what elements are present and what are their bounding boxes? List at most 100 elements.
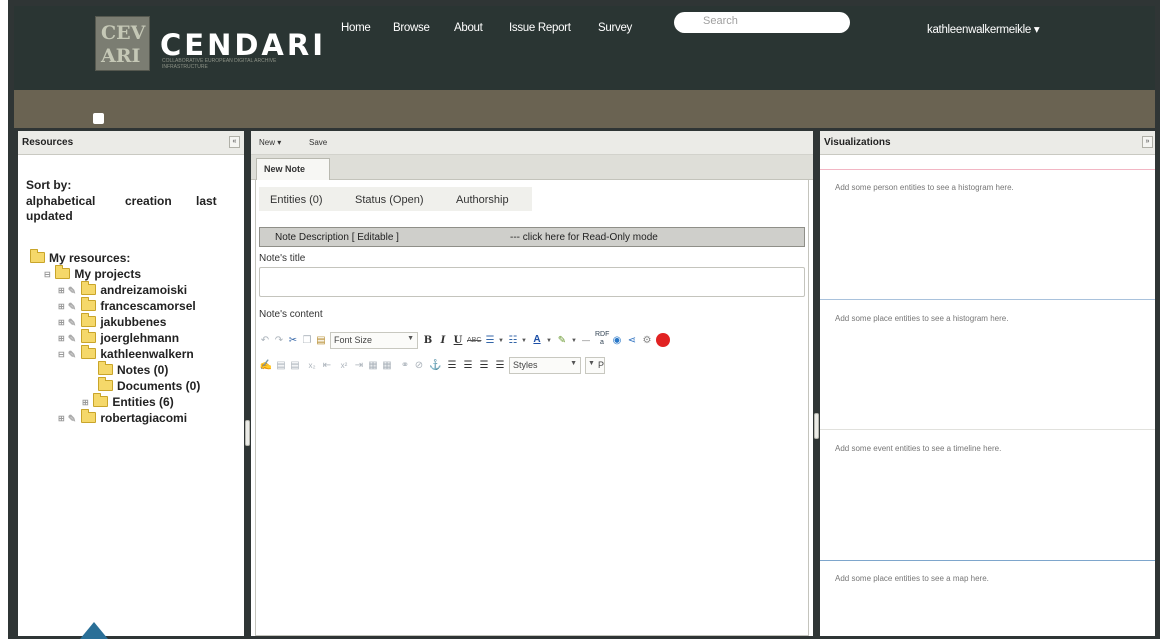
tree-root[interactable]: My resources: <box>30 249 130 267</box>
tree-projects[interactable]: ⊟ My projects <box>44 265 141 283</box>
right-splitter-handle[interactable] <box>814 413 819 439</box>
subtab-status[interactable]: Status (Open) <box>355 194 423 206</box>
read-only-toggle[interactable]: --- click here for Read-Only mode <box>510 232 658 243</box>
styles-select[interactable]: Styles ▼ <box>509 357 581 374</box>
table-icon[interactable]: ▦ <box>367 358 379 374</box>
note-title-input[interactable] <box>259 267 805 297</box>
strikethrough-icon[interactable]: ABC <box>467 333 481 349</box>
subtab-authorship[interactable]: Authorship <box>456 194 509 206</box>
left-splitter-handle[interactable] <box>245 420 250 446</box>
italic-icon[interactable]: I <box>437 333 449 349</box>
tree-item[interactable]: ⊞ ✎ andreizamoiski <box>58 281 187 299</box>
bold-icon[interactable]: B <box>421 333 435 349</box>
sort-last[interactable]: last <box>196 194 217 208</box>
pencil-icon[interactable]: ✎ <box>66 302 78 313</box>
chevron-down-icon[interactable]: ▼ <box>520 333 528 349</box>
align-justify-icon[interactable]: ☰ <box>493 358 507 374</box>
nav-home[interactable]: Home <box>341 22 371 34</box>
folder-icon <box>98 361 113 375</box>
pencil-icon[interactable]: ✎ <box>66 350 78 361</box>
expand-icon[interactable]: ⊞ <box>58 286 66 295</box>
settings-gear-icon[interactable]: ⚙ <box>640 333 654 349</box>
search-input[interactable]: Search <box>674 12 850 33</box>
sort-creation[interactable]: creation <box>125 194 172 208</box>
rdfa-icon[interactable]: RDF a <box>595 331 609 347</box>
numbered-list-icon[interactable]: ☷ <box>507 333 519 349</box>
toggle-checkbox[interactable] <box>93 113 104 124</box>
bullet-list-icon[interactable]: ☰ <box>484 333 496 349</box>
new-menu-button[interactable]: New ▾ <box>259 138 281 147</box>
brand-title[interactable]: CENDARI <box>160 28 326 62</box>
highlight-color-icon[interactable]: ✎ <box>555 333 569 349</box>
subtab-entities[interactable]: Entities (0) <box>270 194 323 206</box>
tree-item[interactable]: ⊟ ✎ kathleenwalkern <box>58 345 194 363</box>
pointer-marker <box>80 622 108 639</box>
table-icon[interactable]: ▦ <box>381 358 393 374</box>
expand-icon[interactable]: ⊞ <box>58 334 66 343</box>
collapse-icon[interactable]: ⊟ <box>58 350 66 359</box>
record-icon[interactable] <box>655 333 671 349</box>
semantic-annotation-icon[interactable]: ◉ <box>610 333 624 349</box>
save-button[interactable]: Save <box>309 138 327 147</box>
outdent-icon[interactable]: ⇤ <box>321 358 333 374</box>
horizontal-rule-icon[interactable]: ― <box>579 333 593 349</box>
expand-icon[interactable]: ⊞ <box>58 414 66 423</box>
user-menu[interactable]: kathleenwalkermeikle ▾ <box>927 22 1040 36</box>
tree-item-documents[interactable]: Documents (0) <box>98 377 200 395</box>
align-block-icon[interactable]: ▤ <box>275 358 287 374</box>
sort-label: Sort by: <box>26 178 72 192</box>
format-select[interactable]: ▼ P <box>585 357 605 374</box>
pencil-icon[interactable]: ✎ <box>66 414 78 425</box>
tree-item[interactable]: ⊞ ✎ joerglehmann <box>58 329 180 347</box>
align-right-icon[interactable]: ☰ <box>477 358 491 374</box>
chevron-down-icon[interactable]: ▼ <box>497 333 505 349</box>
tree-item-entities[interactable]: ⊞ Entities (6) <box>82 393 174 411</box>
copy-icon[interactable]: ❐ <box>301 333 313 349</box>
note-description-bar[interactable]: Note Description [ Editable ] --- click … <box>259 227 805 247</box>
link-icon[interactable]: ⚭ <box>399 358 411 374</box>
share-icon[interactable]: ⋖ <box>625 333 639 349</box>
pencil-icon[interactable]: ✎ <box>66 318 78 329</box>
redo-icon[interactable]: ↷ <box>273 333 285 349</box>
sort-updated[interactable]: updated <box>26 209 73 223</box>
collapse-icon[interactable]: ⊟ <box>44 270 52 279</box>
subscript-icon[interactable]: x₂ <box>305 358 319 374</box>
chevron-down-icon[interactable]: ▼ <box>570 333 578 349</box>
chevron-down-icon[interactable]: ▼ <box>545 333 553 349</box>
tree-item-label: joerglehmann <box>100 331 180 345</box>
superscript-icon[interactable]: x² <box>337 358 351 374</box>
nav-about[interactable]: About <box>454 22 483 34</box>
underline-icon[interactable]: U <box>452 333 464 349</box>
font-size-select[interactable]: Font Size ▼ <box>330 332 418 349</box>
cendari-logo-mark[interactable]: CEV ARI <box>95 16 150 71</box>
pencil-icon[interactable]: ✎ <box>66 334 78 345</box>
cut-icon[interactable]: ✂ <box>287 333 299 349</box>
tree-item-notes[interactable]: Notes (0) <box>98 361 168 379</box>
unlink-icon[interactable]: ⊘ <box>413 358 425 374</box>
tree-item-label: robertagiacomi <box>100 411 188 425</box>
indent-icon[interactable]: ⇥ <box>353 358 365 374</box>
text-color-icon[interactable]: A <box>530 332 544 348</box>
edit-source-icon[interactable]: ✍ <box>259 358 273 374</box>
tree-item[interactable]: ⊞ ✎ robertagiacomi <box>58 409 188 427</box>
collapse-right-icon[interactable]: » <box>1142 136 1153 148</box>
nav-issue-report[interactable]: Issue Report <box>509 22 571 34</box>
tab-new-note[interactable]: New Note <box>256 158 330 180</box>
pencil-icon[interactable]: ✎ <box>66 286 78 297</box>
nav-browse[interactable]: Browse <box>393 22 430 34</box>
expand-icon[interactable]: ⊞ <box>82 398 90 407</box>
align-block-icon[interactable]: ▤ <box>289 358 301 374</box>
tree-item[interactable]: ⊞ ✎ jakubbenes <box>58 313 166 331</box>
expand-icon[interactable]: ⊞ <box>58 318 66 327</box>
align-left-icon[interactable]: ☰ <box>445 358 459 374</box>
collapse-left-icon[interactable]: « <box>229 136 240 148</box>
align-center-icon[interactable]: ☰ <box>461 358 475 374</box>
brand-tagline: COLLABORATIVE EUROPEAN DIGITAL ARCHIVE I… <box>162 58 277 70</box>
sort-alphabetical[interactable]: alphabetical <box>26 194 95 208</box>
nav-survey[interactable]: Survey <box>598 22 632 34</box>
anchor-icon[interactable]: ⚓ <box>429 358 441 374</box>
tree-item[interactable]: ⊞ ✎ francescamorsel <box>58 297 196 315</box>
undo-icon[interactable]: ↶ <box>259 333 271 349</box>
expand-icon[interactable]: ⊞ <box>58 302 66 311</box>
paste-icon[interactable]: ▤ <box>315 333 327 349</box>
